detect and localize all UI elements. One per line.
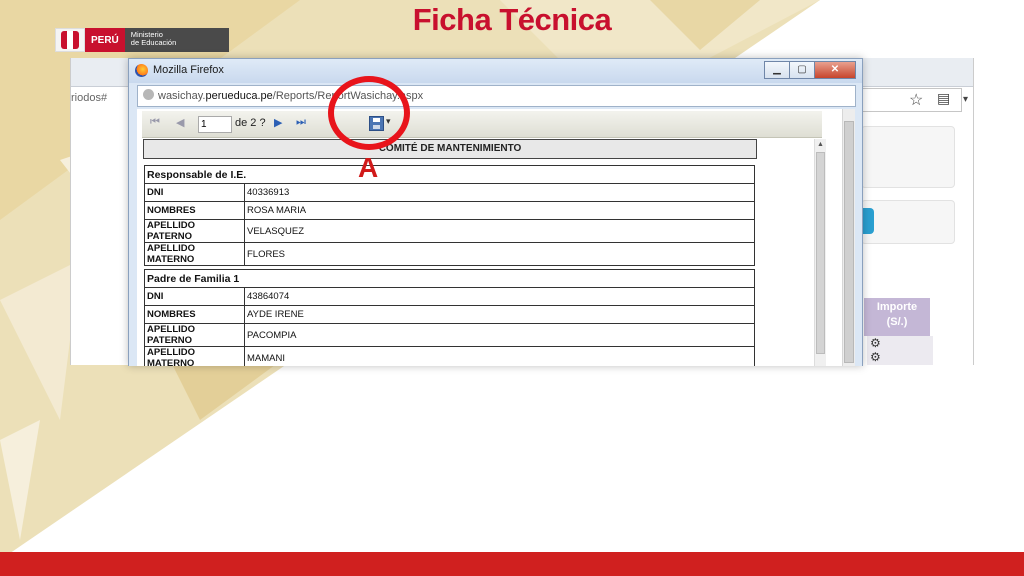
report-toolbar: ⏮ ◀ 1 de 2 ? ▶ ⏭ ▾ — [142, 111, 822, 138]
logo-country: PERÚ — [85, 28, 125, 52]
next-page-icon[interactable]: ▶ — [274, 116, 282, 129]
table-row: DNI 43864074 — [144, 287, 755, 306]
report-viewer: ⏮ ◀ 1 de 2 ? ▶ ⏭ ▾ COMITÉ DE MANTENIMIEN… — [137, 109, 855, 366]
url-prefix: wasichay. — [158, 90, 206, 102]
bookmarks-icon[interactable]: ▤ — [937, 90, 950, 107]
menu-caret-icon[interactable]: ▾ — [963, 94, 968, 105]
section-title: Padre de Familia 1 — [144, 269, 755, 288]
row-label: DNI — [144, 183, 245, 202]
importe-header-line1: Importe — [876, 301, 918, 313]
last-page-icon[interactable]: ⏭ — [296, 116, 306, 129]
background-panel-1 — [861, 126, 955, 188]
row-label: APELLIDO PATERNO — [144, 323, 245, 347]
row-value: ROSA MARIA — [244, 201, 755, 220]
table-row: APELLIDO PATERNO VELASQUEZ — [144, 219, 755, 243]
table-row: APELLIDO PATERNO PACOMPIA — [144, 323, 755, 347]
scroll-up-arrow-icon[interactable]: ▲ — [815, 141, 826, 148]
report-scrollbar[interactable]: ▲ — [814, 139, 826, 366]
row-label: APELLIDO MATERNO — [144, 242, 245, 266]
importe-column-header: Importe (S/.) — [864, 298, 930, 336]
importe-header-line2: (S/.) — [886, 316, 908, 328]
first-page-icon[interactable]: ⏮ — [150, 116, 160, 129]
page-count-label: de 2 ? — [235, 117, 266, 129]
ministry-logo: PERÚ Ministerio de Educación — [55, 28, 229, 52]
table-row: APELLIDO MATERNO MAMANI — [144, 346, 755, 366]
table-row: NOMBRES AYDE IRENE — [144, 305, 755, 324]
table-row: NOMBRES ROSA MARIA — [144, 201, 755, 220]
gear-icon[interactable]: ⚙ — [870, 350, 933, 364]
row-label: DNI — [144, 287, 245, 306]
row-value: PACOMPIA — [244, 323, 755, 347]
gear-icon[interactable]: ⚙ — [870, 336, 933, 350]
window-scrollbar[interactable] — [842, 109, 855, 366]
table-row: DNI 40336913 — [144, 183, 755, 202]
firefox-popup-window: Mozilla Firefox ▁ ▢ ✕ wasichay.perueduca… — [128, 58, 863, 366]
maximize-button[interactable]: ▢ — [789, 61, 815, 79]
row-value: FLORES — [244, 242, 755, 266]
row-label: NOMBRES — [144, 201, 245, 220]
slide-footer-bar — [0, 552, 1024, 576]
annotation-circle — [328, 76, 410, 150]
address-bar[interactable]: wasichay.perueduca.pe/Reports/ReportWasi… — [137, 85, 856, 107]
row-value: MAMANI — [244, 346, 755, 366]
url-domain: perueduca.pe — [205, 90, 273, 102]
logo-ministry: Ministerio de Educación — [124, 28, 229, 52]
row-label: NOMBRES — [144, 305, 245, 324]
globe-icon — [143, 89, 154, 100]
close-button[interactable]: ✕ — [814, 61, 856, 79]
annotation-letter: A — [358, 152, 379, 183]
logo-ministry-line2: de Educación — [130, 38, 177, 47]
window-scroll-thumb[interactable] — [844, 121, 854, 363]
padre-familia-table: Padre de Familia 1 DNI 43864074 NOMBRES AY… — [144, 269, 755, 366]
window-title: Mozilla Firefox — [153, 64, 224, 76]
background-url-fragment[interactable]: riodos# — [71, 92, 107, 104]
window-controls: ▁ ▢ ✕ — [764, 61, 856, 79]
responsable-table: Responsable de I.E. DNI 40336913 NOMBRES R… — [144, 165, 755, 266]
row-value: 40336913 — [244, 183, 755, 202]
window-titlebar[interactable]: Mozilla Firefox ▁ ▢ ✕ — [129, 59, 862, 83]
coat-of-arms-icon — [55, 28, 85, 52]
report-banner: COMITÉ DE MANTENIMIENTO — [143, 139, 757, 159]
previous-page-icon[interactable]: ◀ — [176, 116, 184, 129]
firefox-icon — [135, 64, 148, 77]
table-row: APELLIDO MATERNO FLORES — [144, 242, 755, 266]
row-value: AYDE IRENE — [244, 305, 755, 324]
importe-cells: ⚙ ⚙ — [867, 336, 933, 365]
row-value: VELASQUEZ — [244, 219, 755, 243]
current-page-input[interactable]: 1 — [198, 116, 232, 133]
report-scroll-thumb[interactable] — [816, 152, 825, 354]
row-label: APELLIDO MATERNO — [144, 346, 245, 366]
section-title: Responsable de I.E. — [144, 165, 755, 184]
row-value: 43864074 — [244, 287, 755, 306]
minimize-button[interactable]: ▁ — [764, 61, 790, 79]
star-icon[interactable]: ☆ — [909, 90, 923, 110]
background-panel-2 — [861, 200, 955, 244]
row-label: APELLIDO PATERNO — [144, 219, 245, 243]
